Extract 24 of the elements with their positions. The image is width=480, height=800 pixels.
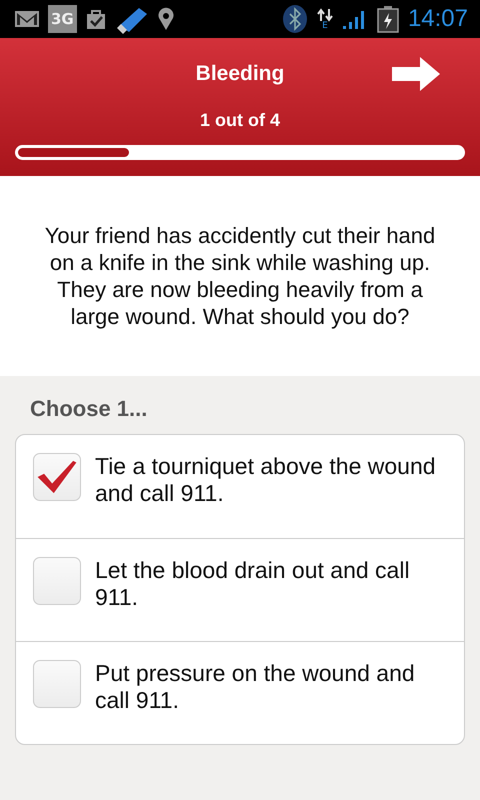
answer-option[interactable]: Tie a tourniquet above the wound and call 911. <box>16 435 464 538</box>
question-text: Your friend has accidently cut their hand on a knife in the sink while washing up. They are now bleeding heavily from a large wound. What should you do? <box>44 222 436 330</box>
option-label: Put pressure on the wound and call 911. <box>95 660 416 714</box>
screen-title: Bleeding <box>196 62 284 86</box>
check-icon <box>36 458 78 496</box>
answer-option[interactable]: Put pressure on the wound and call 911. <box>16 641 464 744</box>
mail-icon <box>14 9 40 29</box>
shopping-bag-icon <box>84 8 107 30</box>
option-label: Let the blood drain out and call 911. <box>95 557 411 611</box>
location-pin-icon <box>156 7 175 31</box>
data-arrows-icon <box>316 8 334 22</box>
battery-charging-icon <box>376 5 400 33</box>
option-label: Tie a tourniquet above the wound and call 911. <box>95 453 437 507</box>
data-type-label: E <box>322 22 328 30</box>
network-badge: 3G <box>48 5 77 33</box>
bluetooth-icon <box>282 4 308 34</box>
checkbox[interactable] <box>33 660 81 708</box>
answer-option[interactable]: Let the blood drain out and call 911. <box>16 538 464 641</box>
checkbox[interactable] <box>33 557 81 605</box>
choose-prompt: Choose 1... <box>30 396 148 422</box>
clock-time: 14:07 <box>408 5 468 33</box>
right-arrow-icon[interactable] <box>391 56 441 92</box>
question-counter: 1 out of 4 <box>200 110 280 131</box>
checkbox[interactable] <box>33 453 81 501</box>
